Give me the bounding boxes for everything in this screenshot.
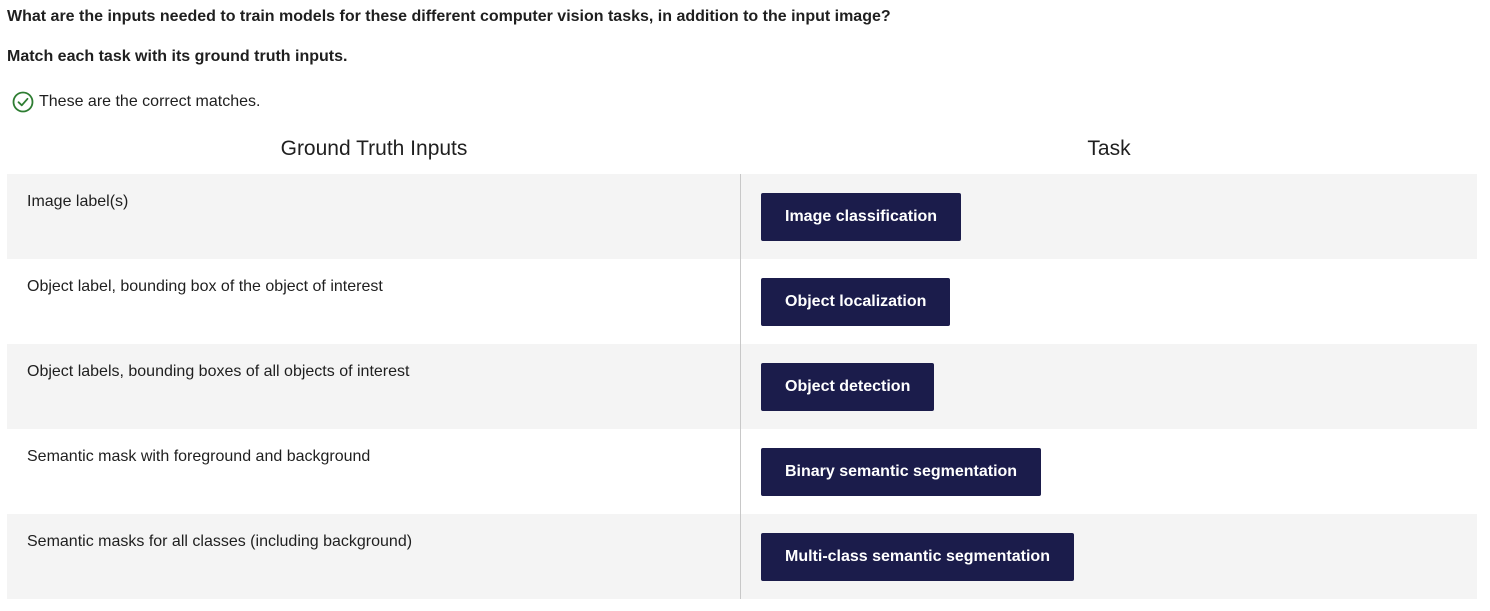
table-row: Object label, bounding box of the object… (7, 259, 1477, 344)
ground-truth-input: Object label, bounding box of the object… (7, 259, 741, 344)
task-cell: Binary semantic segmentation (741, 429, 1477, 514)
column-header-ground-truth: Ground Truth Inputs (280, 137, 468, 160)
task-button-object-detection[interactable]: Object detection (761, 363, 935, 411)
table-row: Semantic masks for all classes (includin… (7, 514, 1477, 599)
task-button-multi-class-semantic-segmentation[interactable]: Multi-class semantic segmentation (761, 533, 1074, 581)
task-button-object-localization[interactable]: Object localization (761, 278, 951, 326)
task-cell: Object localization (741, 259, 1477, 344)
table-row: Semantic mask with foreground and backgr… (7, 429, 1477, 514)
task-button-binary-semantic-segmentation[interactable]: Binary semantic segmentation (761, 448, 1042, 496)
feedback-text: These are the correct matches. (39, 93, 261, 110)
task-cell: Multi-class semantic segmentation (741, 514, 1477, 599)
question-text: What are the inputs needed to train mode… (7, 8, 891, 25)
instruction-text: Match each task with its ground truth in… (7, 48, 348, 65)
ground-truth-input: Object labels, bounding boxes of all obj… (7, 344, 741, 429)
table-row: Object labels, bounding boxes of all obj… (7, 344, 1477, 429)
task-cell: Object detection (741, 344, 1477, 429)
ground-truth-input: Semantic masks for all classes (includin… (7, 514, 741, 599)
feedback-message: These are the correct matches. (12, 91, 260, 113)
table-row: Image label(s) Image classification (7, 174, 1477, 259)
column-header-task: Task (1087, 137, 1131, 160)
task-cell: Image classification (741, 174, 1477, 259)
ground-truth-input: Semantic mask with foreground and backgr… (7, 429, 741, 514)
matching-table: Image label(s) Image classification Obje… (7, 174, 1477, 599)
check-circle-icon (12, 91, 34, 113)
ground-truth-input: Image label(s) (7, 174, 741, 259)
task-button-image-classification[interactable]: Image classification (761, 193, 962, 241)
